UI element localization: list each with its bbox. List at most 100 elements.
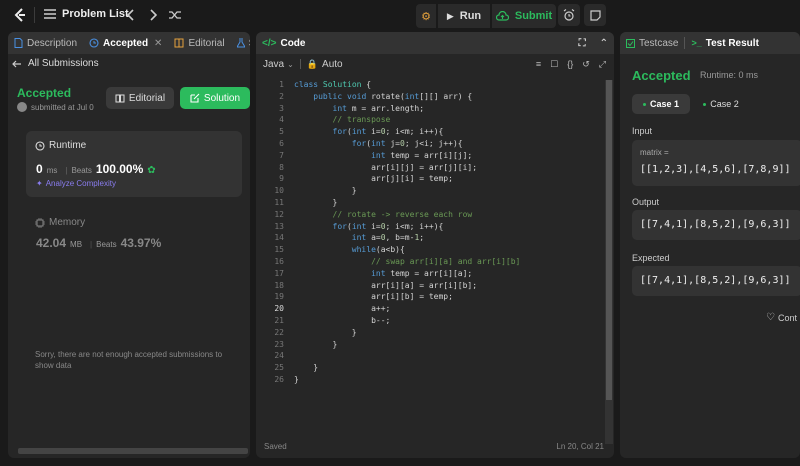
runtime-card[interactable]: Runtime 0 ms | Beats 100.00% ✿ ✦ Analyze… — [26, 131, 242, 197]
shuffle-icon — [169, 11, 181, 19]
code-line[interactable]: while(a<b){ — [294, 245, 405, 254]
code-line[interactable]: for(int i=0; i<m; i++){ — [294, 222, 444, 231]
line-number: 14 — [274, 233, 284, 243]
left-tab-bar: Description Accepted ✕ Editorial S — [8, 32, 250, 54]
code-line[interactable]: // swap arr[i][a] and arr[i][b] — [294, 257, 520, 266]
code-line[interactable]: } — [294, 363, 318, 372]
code-line[interactable]: for(int i=0; i<m; i++){ — [294, 127, 444, 136]
solution-button[interactable]: Solution — [180, 87, 250, 109]
all-submissions-link[interactable]: All Submissions — [12, 58, 99, 69]
code-line[interactable]: b--; — [294, 316, 390, 325]
editorial-button[interactable]: Editorial — [106, 87, 174, 109]
run-button[interactable]: ▶ Run — [438, 4, 490, 28]
input-value: [[1,2,3],[4,5,6],[7,8,9]] — [640, 164, 791, 175]
line-number: 7 — [279, 150, 284, 160]
memory-card[interactable]: Memory 42.04 MB | Beats 43.97% — [26, 208, 242, 268]
code-line[interactable]: // rotate -> reverse each row — [294, 210, 473, 219]
test-panel: Testcase >_ Test Result Accepted Runtime… — [620, 32, 800, 458]
horizontal-scrollbar[interactable] — [18, 448, 248, 454]
submit-button[interactable]: Submit — [492, 4, 556, 28]
line-number: 24 — [274, 351, 284, 361]
contribute-button[interactable]: ♡ Cont — [766, 312, 797, 323]
next-problem-button[interactable] — [144, 6, 162, 24]
separator: | — [90, 240, 93, 249]
sparkle-icon: ✦ — [36, 179, 43, 188]
vertical-scrollbar[interactable] — [605, 80, 613, 444]
avatar[interactable] — [17, 102, 27, 112]
code-editor[interactable]: 1 class Solution {2 public void rotate(in… — [256, 78, 608, 438]
code-line[interactable]: } — [294, 186, 357, 195]
code-line[interactable]: class Solution { — [294, 80, 371, 89]
party-icon: ✿ — [147, 165, 156, 176]
code-line[interactable]: for(int j=0; j<i; j++){ — [294, 139, 463, 148]
document-icon — [14, 38, 23, 48]
line-number: 11 — [274, 198, 284, 207]
chevron-up-icon[interactable]: ⌃ — [600, 38, 608, 49]
braces-icon[interactable]: {} — [567, 59, 573, 69]
tab-test-result[interactable]: >_ Test Result — [685, 32, 764, 54]
code-header: </> Code ⛶ ⌃ — [256, 32, 614, 54]
note-icon — [589, 9, 601, 21]
reset-icon[interactable]: ↺ — [582, 59, 590, 70]
close-tab-icon[interactable]: ✕ — [154, 38, 162, 49]
tab-testcase[interactable]: Testcase — [620, 32, 684, 54]
code-line[interactable]: } — [294, 340, 338, 349]
prev-problem-button[interactable] — [122, 6, 140, 24]
auto-toggle[interactable]: 🔒 Auto — [307, 59, 343, 70]
memory-beats-label: Beats — [96, 240, 117, 249]
run-toolbar: ⚙ ▶ Run Submit — [416, 4, 556, 28]
timer-button[interactable] — [558, 4, 580, 26]
code-line[interactable]: arr[i][a] = arr[i][b]; — [294, 281, 477, 290]
line-number: 16 — [274, 257, 284, 266]
code-line[interactable]: arr[i][j] = arr[j][i]; — [294, 163, 477, 172]
expand-icon[interactable]: ⤢ — [599, 59, 606, 70]
line-number: 5 — [279, 127, 284, 137]
code-line[interactable]: arr[i][b] = temp; — [294, 292, 453, 301]
language-select[interactable]: Java ⌄ — [263, 59, 294, 70]
code-line[interactable]: a++; — [294, 304, 390, 313]
code-line[interactable]: } — [294, 198, 338, 207]
editor-toolbar: Java ⌄ 🔒 Auto ≡ ☐ {} ↺ ⤢ — [256, 54, 614, 74]
code-line[interactable]: } — [294, 328, 357, 337]
result-status: Accepted — [632, 68, 691, 83]
right-tab-bar: Testcase >_ Test Result — [620, 32, 800, 54]
code-line[interactable]: int m = arr.length; — [294, 104, 425, 113]
tab-editorial[interactable]: Editorial — [168, 32, 230, 54]
memory-values: 42.04 MB | Beats 43.97% — [36, 236, 161, 250]
memory-label: Memory — [49, 217, 86, 228]
code-title: Code — [280, 37, 306, 49]
tab-accepted[interactable]: Accepted ✕ — [83, 32, 168, 54]
tab-case-1[interactable]: Case 1 — [632, 94, 690, 114]
code-line[interactable]: int temp = arr[i][a]; — [294, 269, 472, 278]
run-label: Run — [459, 10, 482, 22]
maximize-icon[interactable]: ⛶ — [579, 38, 586, 49]
submitted-at: submitted at Jul 0 — [31, 102, 94, 112]
line-number: 23 — [274, 339, 284, 349]
code-line[interactable]: int a=0, b=m-1; — [294, 233, 424, 242]
memory-value: 42.04 — [36, 236, 67, 250]
format-icon[interactable]: ≡ — [536, 59, 541, 69]
debug-button[interactable]: ⚙ — [416, 4, 436, 28]
bookmark-icon[interactable]: ☐ — [550, 59, 558, 70]
line-number: 3 — [279, 103, 284, 113]
analyze-complexity-link[interactable]: ✦ Analyze Complexity — [36, 179, 116, 188]
code-line[interactable]: int temp = arr[i][j]; — [294, 151, 472, 160]
tab-editorial-label: Editorial — [188, 37, 225, 49]
code-line[interactable]: arr[j][i] = temp; — [294, 174, 453, 183]
tab-description[interactable]: Description — [8, 32, 83, 54]
cursor-position: Ln 20, Col 21 — [556, 442, 604, 451]
shuffle-button[interactable] — [166, 6, 184, 24]
submit-label: Submit — [514, 10, 553, 22]
leetcode-logo-icon[interactable] — [12, 7, 28, 23]
runtime-beats-value: 100.00% — [95, 162, 144, 176]
code-line[interactable]: } — [294, 375, 299, 384]
problem-list-button[interactable]: Problem List — [44, 8, 129, 20]
notes-button[interactable] — [584, 4, 606, 26]
chevron-down-icon: ⌄ — [287, 59, 294, 69]
tab-case-2[interactable]: Case 2 — [698, 94, 744, 114]
runtime-label: Runtime — [49, 140, 87, 151]
code-line[interactable]: public void rotate(int[][] arr) { — [294, 92, 472, 101]
tab-solutions[interactable]: S — [231, 32, 250, 54]
code-line[interactable]: // transpose — [294, 115, 391, 124]
scrollbar-thumb[interactable] — [606, 80, 612, 400]
